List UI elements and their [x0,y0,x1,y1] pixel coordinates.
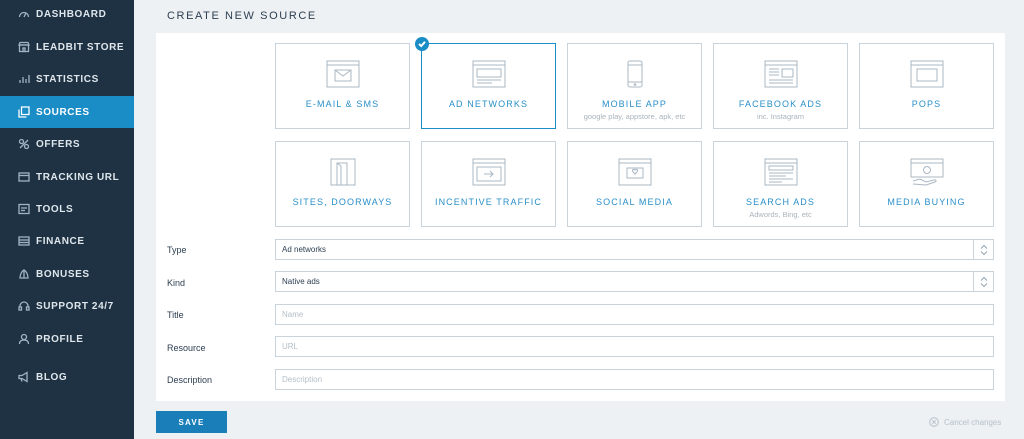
tile-label: POPS [911,99,942,109]
email-icon [326,60,360,88]
sidebar: DASHBOARD LEADBIT STORE STATISTICS SOURC… [0,0,134,439]
type-select-value: Ad networks [282,245,327,254]
search-ads-icon [764,158,798,186]
tile-facebook-ads[interactable]: FACEBOOK ADS inc. Instagram [713,43,848,129]
tile-media-buying[interactable]: MEDIA BUYING [859,141,994,227]
tile-ad-networks[interactable]: AD NETWORKS [415,37,556,129]
sidebar-item-label: BONUSES [36,268,90,280]
select-arrows-icon[interactable] [973,240,993,259]
ad-networks-icon [472,60,506,88]
sidebar-item-label: OFFERS [36,138,81,150]
cancel-changes-link[interactable]: Cancel changes [929,417,1001,427]
tile-sublabel: google play, appstore, apk, etc [583,112,686,121]
tile-email-sms[interactable]: E-MAIL & SMS [275,43,410,129]
cancel-icon [929,417,939,427]
tile-incentive-traffic[interactable]: INCENTIVE TRAFFIC [421,141,556,227]
sidebar-item-support[interactable]: SUPPORT 24/7 [0,290,134,322]
statistics-icon [18,73,30,85]
offers-icon [18,138,30,150]
sidebar-item-sources[interactable]: SOURCES [0,96,134,128]
tracking-icon [18,171,30,183]
cancel-changes-label: Cancel changes [944,417,1002,427]
select-arrows-icon[interactable] [973,272,993,291]
blog-icon [18,371,30,383]
support-icon [18,300,30,312]
mobile-app-icon [618,60,652,88]
dashboard-icon [18,8,30,20]
type-label: Type [167,245,187,255]
pops-icon [910,60,944,88]
bonuses-icon [18,268,30,280]
sidebar-item-label: STATISTICS [36,73,99,85]
page-title: CREATE NEW SOURCE [167,10,317,22]
social-icon [618,158,652,186]
sidebar-item-offers[interactable]: OFFERS [0,128,134,160]
sidebar-item-label: PROFILE [36,333,84,345]
sidebar-item-tracking-url[interactable]: TRACKING URL [0,161,134,193]
tools-icon [18,203,30,215]
media-buying-icon [910,158,944,186]
sidebar-item-tools[interactable]: TOOLS [0,193,134,225]
title-input[interactable] [275,304,994,325]
tile-search-ads[interactable]: SEARCH ADS Adwords, Bing, etc [713,141,848,227]
tile-sublabel: Adwords, Bing, etc [749,210,812,219]
sidebar-item-label: BLOG [36,371,68,383]
sidebar-item-label: FINANCE [36,235,85,247]
title-label: Title [167,310,184,320]
tile-social-media[interactable]: SOCIAL MEDIA [567,141,702,227]
save-button[interactable]: SAVE [156,411,227,433]
tile-sites-doorways[interactable]: SITES, DOORWAYS [275,141,410,227]
kind-select[interactable]: Native ads [275,271,994,292]
sidebar-item-finance[interactable]: FINANCE [0,225,134,257]
profile-icon [18,333,30,345]
tile-label: FACEBOOK ADS [738,99,823,109]
tile-label: MEDIA BUYING [887,197,966,207]
sources-icon [18,106,30,118]
facebook-ads-icon [764,60,798,88]
tile-pops[interactable]: POPS [859,43,994,129]
description-input[interactable] [275,369,994,390]
check-icon [415,37,429,51]
sidebar-item-leadbit-store[interactable]: LEADBIT STORE [0,31,134,63]
tile-sublabel: inc. Instagram [756,112,805,121]
tile-label: INCENTIVE TRAFFIC [434,197,543,207]
tile-label: SOCIAL MEDIA [596,197,673,207]
sidebar-item-label: LEADBIT STORE [36,41,125,53]
resource-label: Resource [167,343,206,353]
sidebar-item-bonuses[interactable]: BONUSES [0,258,134,290]
sidebar-item-label: DASHBOARD [36,8,107,20]
kind-label: Kind [167,278,186,288]
description-label: Description [167,375,213,385]
sidebar-item-label: SOURCES [36,106,90,118]
tile-mobile-app[interactable]: MOBILE APP google play, appstore, apk, e… [567,43,702,129]
type-select[interactable]: Ad networks [275,239,994,260]
sidebar-item-label: TOOLS [36,203,74,215]
sites-icon [326,158,360,186]
sidebar-item-label: TRACKING URL [36,171,120,183]
tile-label: AD NETWORKS [448,99,529,109]
tile-label: E-MAIL & SMS [305,99,380,109]
sidebar-item-label: SUPPORT 24/7 [36,300,114,312]
sidebar-item-dashboard[interactable]: DASHBOARD [0,0,134,30]
tile-label: SEARCH ADS [745,197,816,207]
tile-label: SITES, DOORWAYS [292,197,393,207]
kind-select-value: Native ads [282,277,320,286]
resource-url-input[interactable] [275,336,994,357]
tile-label: MOBILE APP [601,99,668,109]
incentive-icon [472,158,506,186]
finance-icon [18,235,30,247]
sidebar-item-blog[interactable]: BLOG [0,361,134,393]
store-icon [18,41,30,53]
sidebar-item-profile[interactable]: PROFILE [0,323,134,355]
sidebar-item-statistics[interactable]: STATISTICS [0,63,134,95]
